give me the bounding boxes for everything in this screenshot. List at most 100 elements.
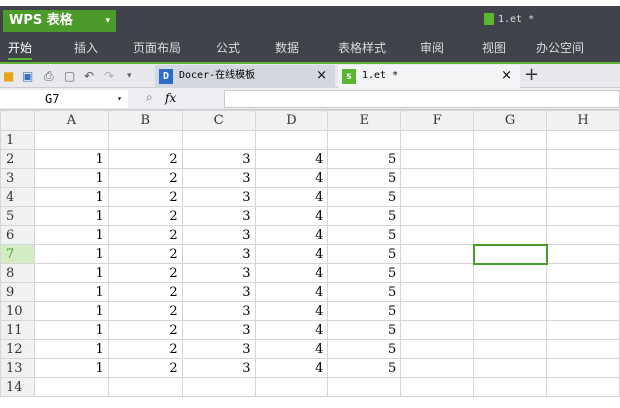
cell-B12[interactable]: 2 xyxy=(107,339,183,359)
cell-B3[interactable]: 2 xyxy=(107,168,183,188)
row-header[interactable]: 8 xyxy=(0,263,35,283)
cell-F6[interactable] xyxy=(400,225,475,245)
cell-F13[interactable] xyxy=(400,358,475,378)
cell-D2[interactable]: 4 xyxy=(254,149,329,169)
cell-A7[interactable]: 1 xyxy=(33,244,109,264)
menu-data[interactable]: 数据 xyxy=(275,39,299,56)
cell-C3[interactable]: 3 xyxy=(181,168,256,188)
cell-B8[interactable]: 2 xyxy=(107,263,183,283)
column-header-H[interactable]: H xyxy=(546,110,620,131)
new-tab-button[interactable]: + xyxy=(524,64,539,86)
cell-D1[interactable] xyxy=(254,130,329,150)
cell-F7[interactable] xyxy=(400,244,475,264)
close-icon[interactable]: × xyxy=(501,65,512,87)
cell-E13[interactable]: 5 xyxy=(327,358,402,378)
row-header[interactable]: 10 xyxy=(0,301,35,321)
print-icon[interactable]: ⎙ xyxy=(44,69,54,84)
cell-F10[interactable] xyxy=(400,301,475,321)
row-header[interactable]: 4 xyxy=(0,187,35,207)
cell-A4[interactable]: 1 xyxy=(33,187,109,207)
cell-G2[interactable] xyxy=(473,149,548,169)
open-icon[interactable]: ■ xyxy=(3,69,14,83)
cell-A9[interactable]: 1 xyxy=(33,282,109,302)
cell-F3[interactable] xyxy=(400,168,475,188)
cell-E10[interactable]: 5 xyxy=(327,301,402,321)
cell-C4[interactable]: 3 xyxy=(181,187,256,207)
cell-H1[interactable] xyxy=(546,130,620,150)
cell-B13[interactable]: 2 xyxy=(107,358,183,378)
cell-G5[interactable] xyxy=(473,206,548,226)
cell-E5[interactable]: 5 xyxy=(327,206,402,226)
undo-icon[interactable]: ↶ xyxy=(84,69,94,83)
column-header-G[interactable]: G xyxy=(473,110,548,131)
cell-A12[interactable]: 1 xyxy=(33,339,109,359)
menu-table-style[interactable]: 表格样式 xyxy=(338,39,386,56)
column-header-E[interactable]: E xyxy=(327,110,402,131)
cell-E14[interactable] xyxy=(327,377,402,397)
cell-C2[interactable]: 3 xyxy=(181,149,256,169)
cell-A14[interactable] xyxy=(33,377,109,397)
cell-F5[interactable] xyxy=(400,206,475,226)
formula-input[interactable] xyxy=(224,90,620,108)
cell-G13[interactable] xyxy=(473,358,548,378)
row-header[interactable]: 1 xyxy=(0,130,35,150)
row-header[interactable]: 11 xyxy=(0,320,35,340)
cell-A13[interactable]: 1 xyxy=(33,358,109,378)
cell-C5[interactable]: 3 xyxy=(181,206,256,226)
cell-E1[interactable] xyxy=(327,130,402,150)
cell-G7[interactable] xyxy=(472,243,548,265)
cell-H14[interactable] xyxy=(546,377,620,397)
cell-D11[interactable]: 4 xyxy=(254,320,329,340)
cell-A8[interactable]: 1 xyxy=(33,263,109,283)
cell-G9[interactable] xyxy=(473,282,548,302)
cell-D12[interactable]: 4 xyxy=(254,339,329,359)
row-header[interactable]: 7 xyxy=(0,244,35,264)
cell-C13[interactable]: 3 xyxy=(181,358,256,378)
cell-H10[interactable] xyxy=(546,301,620,321)
select-all[interactable] xyxy=(0,110,35,131)
cell-F4[interactable] xyxy=(400,187,475,207)
cell-A6[interactable]: 1 xyxy=(33,225,109,245)
cell-A11[interactable]: 1 xyxy=(33,320,109,340)
print-preview-icon[interactable]: ▢ xyxy=(64,69,75,83)
cell-A3[interactable]: 1 xyxy=(33,168,109,188)
menu-view[interactable]: 视图 xyxy=(482,39,506,56)
row-header[interactable]: 14 xyxy=(0,377,35,397)
cell-B9[interactable]: 2 xyxy=(107,282,183,302)
menu-insert[interactable]: 插入 xyxy=(74,39,98,56)
cell-D9[interactable]: 4 xyxy=(254,282,329,302)
cell-C1[interactable] xyxy=(181,130,256,150)
cell-D13[interactable]: 4 xyxy=(254,358,329,378)
cell-D3[interactable]: 4 xyxy=(254,168,329,188)
cell-E9[interactable]: 5 xyxy=(327,282,402,302)
cell-H12[interactable] xyxy=(546,339,620,359)
cell-G11[interactable] xyxy=(473,320,548,340)
cell-B11[interactable]: 2 xyxy=(107,320,183,340)
cell-D7[interactable]: 4 xyxy=(254,244,329,264)
cell-G10[interactable] xyxy=(473,301,548,321)
cell-D14[interactable] xyxy=(254,377,329,397)
cell-C7[interactable]: 3 xyxy=(181,244,256,264)
close-icon[interactable]: × xyxy=(316,65,327,87)
insert-function-button[interactable]: fx xyxy=(165,91,176,105)
tab-1-et[interactable]: s 1.et * × xyxy=(338,65,520,88)
cell-B1[interactable] xyxy=(107,130,183,150)
save-icon[interactable]: ▣ xyxy=(22,69,33,83)
cell-F8[interactable] xyxy=(400,263,475,283)
cell-E8[interactable]: 5 xyxy=(327,263,402,283)
cell-B14[interactable] xyxy=(107,377,183,397)
app-menu-button[interactable]: WPS 表格 ▾ xyxy=(3,10,116,32)
cell-G8[interactable] xyxy=(473,263,548,283)
cell-F2[interactable] xyxy=(400,149,475,169)
cell-H4[interactable] xyxy=(546,187,620,207)
cell-C6[interactable]: 3 xyxy=(181,225,256,245)
cell-H2[interactable] xyxy=(546,149,620,169)
menu-formula[interactable]: 公式 xyxy=(216,39,240,56)
redo-icon[interactable]: ↷ xyxy=(104,69,114,83)
cell-F12[interactable] xyxy=(400,339,475,359)
cell-E4[interactable]: 5 xyxy=(327,187,402,207)
cell-F11[interactable] xyxy=(400,320,475,340)
menu-review[interactable]: 审阅 xyxy=(420,39,444,56)
cell-G14[interactable] xyxy=(473,377,548,397)
cell-C11[interactable]: 3 xyxy=(181,320,256,340)
